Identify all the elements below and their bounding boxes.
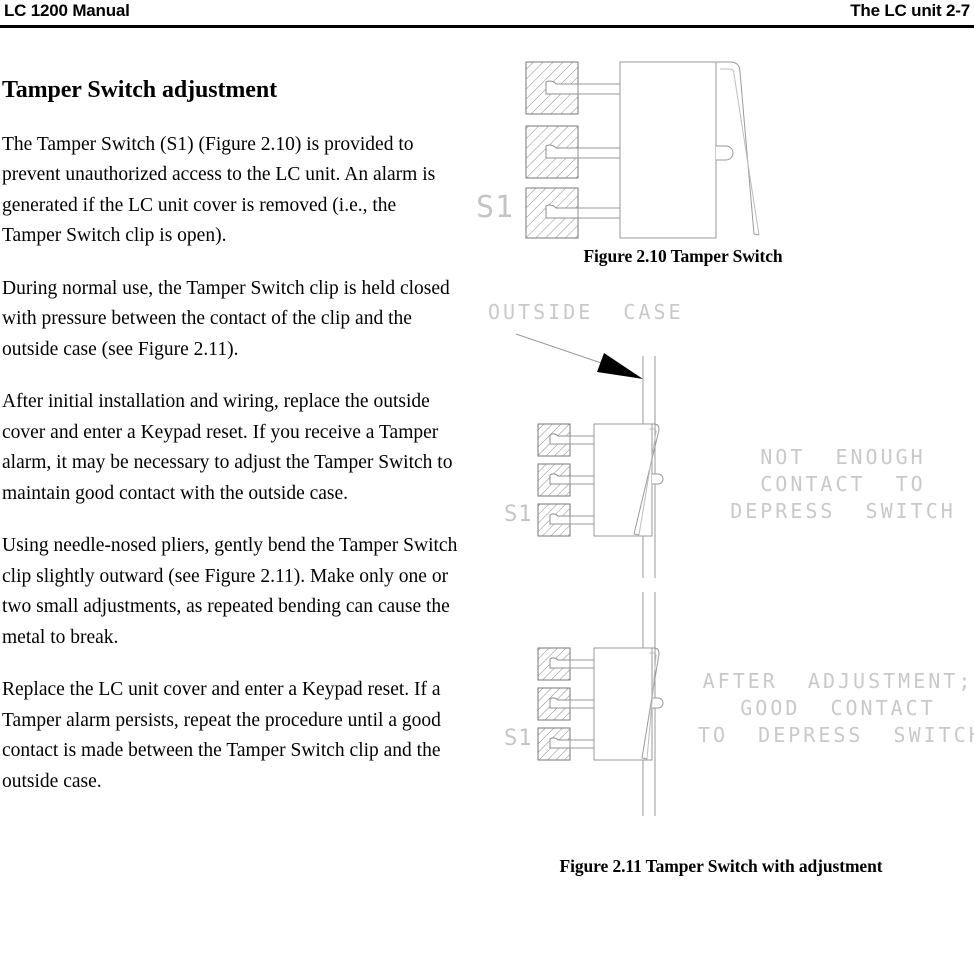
actuator-button xyxy=(652,473,664,485)
switch-body xyxy=(593,647,653,761)
switch-body xyxy=(593,423,653,537)
switch-body xyxy=(619,61,717,239)
figure-2-10-caption: Figure 2.10 Tamper Switch xyxy=(583,246,783,266)
note-line-2: GOOD CONTACT xyxy=(740,696,936,720)
panel-before-adjustment xyxy=(515,333,664,578)
tamper-switch-diagram xyxy=(525,61,760,239)
paragraph-3: After initial installation and wiring, r… xyxy=(2,391,453,504)
actuator-button xyxy=(652,697,664,709)
figure-column: S1 Figure 2.10 Tamper Switch OUTSIDE CAS… xyxy=(468,28,974,956)
note-not-enough-contact: NOT ENOUGH CONTACT TO DEPRESS SWITCH xyxy=(713,444,973,525)
note-line-1: NOT ENOUGH xyxy=(760,445,926,469)
figure-2-11-caption: Figure 2.11 Tamper Switch with adjustmen… xyxy=(559,856,883,876)
figure-2-10: S1 Figure 2.10 Tamper Switch xyxy=(468,38,974,266)
figure-2-11-drawing: OUTSIDE CASE S1 S1 NOT ENOUGH CONTACT TO… xyxy=(468,296,974,836)
figure-2-11: OUTSIDE CASE S1 S1 NOT ENOUGH CONTACT TO… xyxy=(468,296,974,876)
switch-designator-label-top: S1 xyxy=(504,502,533,527)
actuator-button xyxy=(716,145,734,161)
terminal-block-bottom xyxy=(537,727,594,761)
paragraph-5: Replace the LC unit cover and enter a Ke… xyxy=(2,679,441,792)
paragraph-1: The Tamper Switch (S1) (Figure 2.10) is … xyxy=(2,133,436,247)
header-manual-title: LC 1200 Manual xyxy=(4,1,130,20)
note-line-1: AFTER ADJUSTMENT; xyxy=(702,669,974,693)
tamper-switch-adjustment-diagram xyxy=(515,333,664,816)
panel-after-adjustment xyxy=(537,592,664,816)
terminal-block-top xyxy=(537,647,594,681)
page-header: LC 1200 Manual The LC unit 2-7 xyxy=(0,0,974,28)
page-title: Tamper Switch adjustment xyxy=(2,77,277,103)
outside-case-label: OUTSIDE CASE xyxy=(488,300,684,324)
note-line-3: TO DEPRESS SWITCH xyxy=(698,723,974,747)
terminal-block-middle xyxy=(525,125,620,179)
terminal-block-top xyxy=(537,423,594,457)
terminal-block-top xyxy=(525,61,620,115)
header-section-page: The LC unit 2-7 xyxy=(850,1,970,20)
switch-designator-label-bottom: S1 xyxy=(504,726,533,751)
paragraph-2: During normal use, the Tamper Switch cli… xyxy=(2,277,450,360)
terminal-block-bottom xyxy=(525,187,620,239)
figure-2-10-drawing: S1 xyxy=(468,38,974,243)
note-line-3: DEPRESS SWITCH xyxy=(730,499,956,523)
note-good-contact: AFTER ADJUSTMENT; GOOD CONTACT TO DEPRES… xyxy=(698,668,974,749)
switch-designator-label: S1 xyxy=(476,190,515,225)
paragraph-4: Using needle-nosed pliers, gently bend t… xyxy=(2,535,458,648)
page-content: Tamper Switch adjustment The Tamper Swit… xyxy=(0,28,974,956)
note-line-2: CONTACT TO xyxy=(760,472,926,496)
terminal-block-bottom xyxy=(537,503,594,537)
terminal-block-middle xyxy=(537,463,594,497)
text-column: Tamper Switch adjustment The Tamper Swit… xyxy=(0,28,468,797)
terminal-block-middle xyxy=(537,687,594,721)
callout-arrow-icon xyxy=(597,353,643,379)
